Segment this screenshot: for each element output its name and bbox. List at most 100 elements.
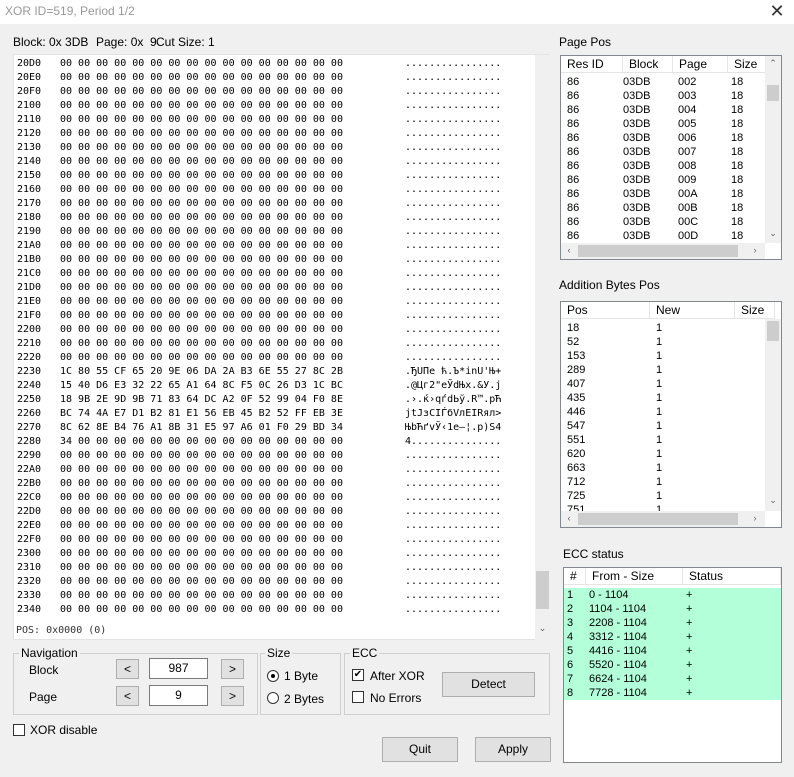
hex-ascii[interactable]: ................ xyxy=(405,309,501,323)
hex-bytes[interactable]: 00 00 00 00 00 00 00 00 00 00 00 00 00 0… xyxy=(60,295,405,309)
hex-bytes[interactable]: 00 00 00 00 00 00 00 00 00 00 00 00 00 0… xyxy=(60,463,405,477)
page-number-field[interactable]: 9 xyxy=(149,685,208,706)
hex-bytes[interactable]: 00 00 00 00 00 00 00 00 00 00 00 00 00 0… xyxy=(60,267,405,281)
table-row[interactable]: 1 0 - 1104 + xyxy=(564,588,781,602)
ecc-header-status[interactable]: Status xyxy=(683,568,781,585)
hex-ascii[interactable]: ................ xyxy=(405,127,501,141)
hex-ascii[interactable]: ................ xyxy=(405,477,501,491)
hex-row[interactable]: 21A0 00 00 00 00 00 00 00 00 00 00 00 00 … xyxy=(14,239,535,253)
hex-bytes[interactable]: 00 00 00 00 00 00 00 00 00 00 00 00 00 0… xyxy=(60,113,405,127)
list-item[interactable]: 86 03DB 004 18 xyxy=(561,103,765,117)
hex-ascii[interactable]: ................ xyxy=(405,71,501,85)
hex-row[interactable]: 2110 00 00 00 00 00 00 00 00 00 00 00 00 … xyxy=(14,113,535,127)
addition-header-new[interactable]: New xyxy=(650,302,735,319)
hex-row[interactable]: 21E0 00 00 00 00 00 00 00 00 00 00 00 00 … xyxy=(14,295,535,309)
hex-ascii[interactable]: ................ xyxy=(405,589,501,603)
after-xor-label[interactable]: After XOR xyxy=(370,669,425,683)
hex-bytes[interactable]: 00 00 00 00 00 00 00 00 00 00 00 00 00 0… xyxy=(60,183,405,197)
hex-ascii[interactable]: ................ xyxy=(405,225,501,239)
hex-row[interactable]: 20D0 00 00 00 00 00 00 00 00 00 00 00 00 … xyxy=(14,57,535,71)
apply-button[interactable]: Apply xyxy=(475,737,551,762)
hex-row[interactable]: 2100 00 00 00 00 00 00 00 00 00 00 00 00 … xyxy=(14,99,535,113)
hex-row[interactable]: 22C0 00 00 00 00 00 00 00 00 00 00 00 00 … xyxy=(14,491,535,505)
hex-bytes[interactable]: 00 00 00 00 00 00 00 00 00 00 00 00 00 0… xyxy=(60,71,405,85)
hex-ascii[interactable]: ................ xyxy=(405,603,501,617)
hex-bytes[interactable]: 00 00 00 00 00 00 00 00 00 00 00 00 00 0… xyxy=(60,169,405,183)
list-item[interactable]: 725 1 xyxy=(561,489,765,503)
page-pos-header-size[interactable]: Size xyxy=(728,56,766,73)
hex-row[interactable]: 2180 00 00 00 00 00 00 00 00 00 00 00 00 … xyxy=(14,211,535,225)
list-item[interactable]: 18 1 xyxy=(561,321,765,335)
hex-row[interactable]: 21D0 00 00 00 00 00 00 00 00 00 00 00 00 … xyxy=(14,281,535,295)
hex-ascii[interactable]: .@Цг2"eЎdЊх.&У.ј xyxy=(405,379,501,393)
two-bytes-label[interactable]: 2 Bytes xyxy=(284,692,324,706)
hex-bytes[interactable]: 00 00 00 00 00 00 00 00 00 00 00 00 00 0… xyxy=(60,491,405,505)
hex-row[interactable]: 22D0 00 00 00 00 00 00 00 00 00 00 00 00 … xyxy=(14,505,535,519)
quit-button[interactable]: Quit xyxy=(382,737,458,762)
list-item[interactable]: 86 03DB 00C 18 xyxy=(561,215,765,229)
hex-ascii[interactable]: ................ xyxy=(405,575,501,589)
list-item[interactable]: 446 1 xyxy=(561,405,765,419)
addition-hscroll-thumb[interactable] xyxy=(578,513,738,525)
hex-bytes[interactable]: 00 00 00 00 00 00 00 00 00 00 00 00 00 0… xyxy=(60,281,405,295)
hex-row[interactable]: 2130 00 00 00 00 00 00 00 00 00 00 00 00 … xyxy=(14,141,535,155)
page-pos-scroll-thumb[interactable] xyxy=(767,85,779,101)
list-item[interactable]: 86 03DB 006 18 xyxy=(561,131,765,145)
hex-ascii[interactable]: ................ xyxy=(405,449,501,463)
list-item[interactable]: 663 1 xyxy=(561,461,765,475)
list-item[interactable]: 86 03DB 00D 18 xyxy=(561,229,765,243)
table-row[interactable]: 4 3312 - 1104 + xyxy=(564,630,781,644)
no-errors-label[interactable]: No Errors xyxy=(370,691,421,705)
ecc-header-from-size[interactable]: From - Size xyxy=(586,568,683,585)
hex-bytes[interactable]: 34 00 00 00 00 00 00 00 00 00 00 00 00 0… xyxy=(60,435,405,449)
list-item[interactable]: 620 1 xyxy=(561,447,765,461)
hex-bytes[interactable]: 8C 62 8E B4 76 A1 8B 31 E5 97 A6 01 F0 2… xyxy=(60,421,405,435)
hex-ascii[interactable]: јtJзСІЃбVлEІRял> xyxy=(405,407,501,421)
hex-ascii[interactable]: ................ xyxy=(405,491,501,505)
hex-row[interactable]: 21F0 00 00 00 00 00 00 00 00 00 00 00 00 … xyxy=(14,309,535,323)
hex-row[interactable]: 2150 00 00 00 00 00 00 00 00 00 00 00 00 … xyxy=(14,169,535,183)
hex-bytes[interactable]: 00 00 00 00 00 00 00 00 00 00 00 00 00 0… xyxy=(60,85,405,99)
list-item[interactable]: 547 1 xyxy=(561,419,765,433)
scroll-right-icon[interactable]: › xyxy=(749,245,761,255)
hex-row[interactable]: 2140 00 00 00 00 00 00 00 00 00 00 00 00 … xyxy=(14,155,535,169)
hex-row[interactable]: 2240 15 40 D6 E3 32 22 65 A1 64 8C F5 0C … xyxy=(14,379,535,393)
scroll-left-icon[interactable]: ‹ xyxy=(563,245,575,255)
list-item[interactable]: 289 1 xyxy=(561,363,765,377)
hex-row[interactable]: 2330 00 00 00 00 00 00 00 00 00 00 00 00 … xyxy=(14,589,535,603)
hex-scroll-thumb[interactable] xyxy=(536,571,549,609)
hex-bytes[interactable]: 00 00 00 00 00 00 00 00 00 00 00 00 00 0… xyxy=(60,351,405,365)
hex-ascii[interactable]: ................ xyxy=(405,197,501,211)
hex-row[interactable]: 22E0 00 00 00 00 00 00 00 00 00 00 00 00 … xyxy=(14,519,535,533)
table-row[interactable]: 5 4416 - 1104 + xyxy=(564,644,781,658)
hex-bytes[interactable]: 00 00 00 00 00 00 00 00 00 00 00 00 00 0… xyxy=(60,477,405,491)
hex-row[interactable]: 2260 BC 74 4A E7 D1 B2 81 E1 56 EB 45 B2 … xyxy=(14,407,535,421)
hex-bytes[interactable]: 00 00 00 00 00 00 00 00 00 00 00 00 00 0… xyxy=(60,547,405,561)
hex-ascii[interactable]: ................ xyxy=(405,519,501,533)
hex-bytes[interactable]: 15 40 D6 E3 32 22 65 A1 64 8C F5 0C 26 D… xyxy=(60,379,405,393)
hex-ascii[interactable]: ................ xyxy=(405,113,501,127)
hex-bytes[interactable]: 00 00 00 00 00 00 00 00 00 00 00 00 00 0… xyxy=(60,253,405,267)
hex-row[interactable]: 2120 00 00 00 00 00 00 00 00 00 00 00 00 … xyxy=(14,127,535,141)
hex-ascii[interactable]: ................ xyxy=(405,169,501,183)
list-item[interactable]: 86 03DB 007 18 xyxy=(561,145,765,159)
two-bytes-radio[interactable] xyxy=(267,692,279,704)
scroll-down-icon[interactable]: ⌄ xyxy=(535,623,550,634)
hex-bytes[interactable]: 00 00 00 00 00 00 00 00 00 00 00 00 00 0… xyxy=(60,239,405,253)
list-item[interactable]: 551 1 xyxy=(561,433,765,447)
no-errors-checkbox[interactable] xyxy=(352,691,364,703)
hex-bytes[interactable]: 00 00 00 00 00 00 00 00 00 00 00 00 00 0… xyxy=(60,337,405,351)
xor-disable-label[interactable]: XOR disable xyxy=(30,723,97,737)
list-item[interactable]: 86 03DB 00B 18 xyxy=(561,201,765,215)
hex-row[interactable]: 2340 00 00 00 00 00 00 00 00 00 00 00 00 … xyxy=(14,603,535,617)
hex-row[interactable]: 20E0 00 00 00 00 00 00 00 00 00 00 00 00 … xyxy=(14,71,535,85)
hex-ascii[interactable]: ................ xyxy=(405,155,501,169)
page-pos-hscrollbar[interactable]: ‹ › xyxy=(561,243,765,259)
hex-bytes[interactable]: 00 00 00 00 00 00 00 00 00 00 00 00 00 0… xyxy=(60,197,405,211)
page-next-button[interactable]: > xyxy=(221,686,244,706)
hex-ascii[interactable]: ................ xyxy=(405,211,501,225)
one-byte-radio[interactable] xyxy=(267,670,279,682)
page-pos-list[interactable]: Res ID Block Page Size 86 03DB 002 18 86 03DB… xyxy=(560,55,782,260)
hex-row[interactable]: 22A0 00 00 00 00 00 00 00 00 00 00 00 00 … xyxy=(14,463,535,477)
hex-row[interactable]: 2290 00 00 00 00 00 00 00 00 00 00 00 00 … xyxy=(14,449,535,463)
